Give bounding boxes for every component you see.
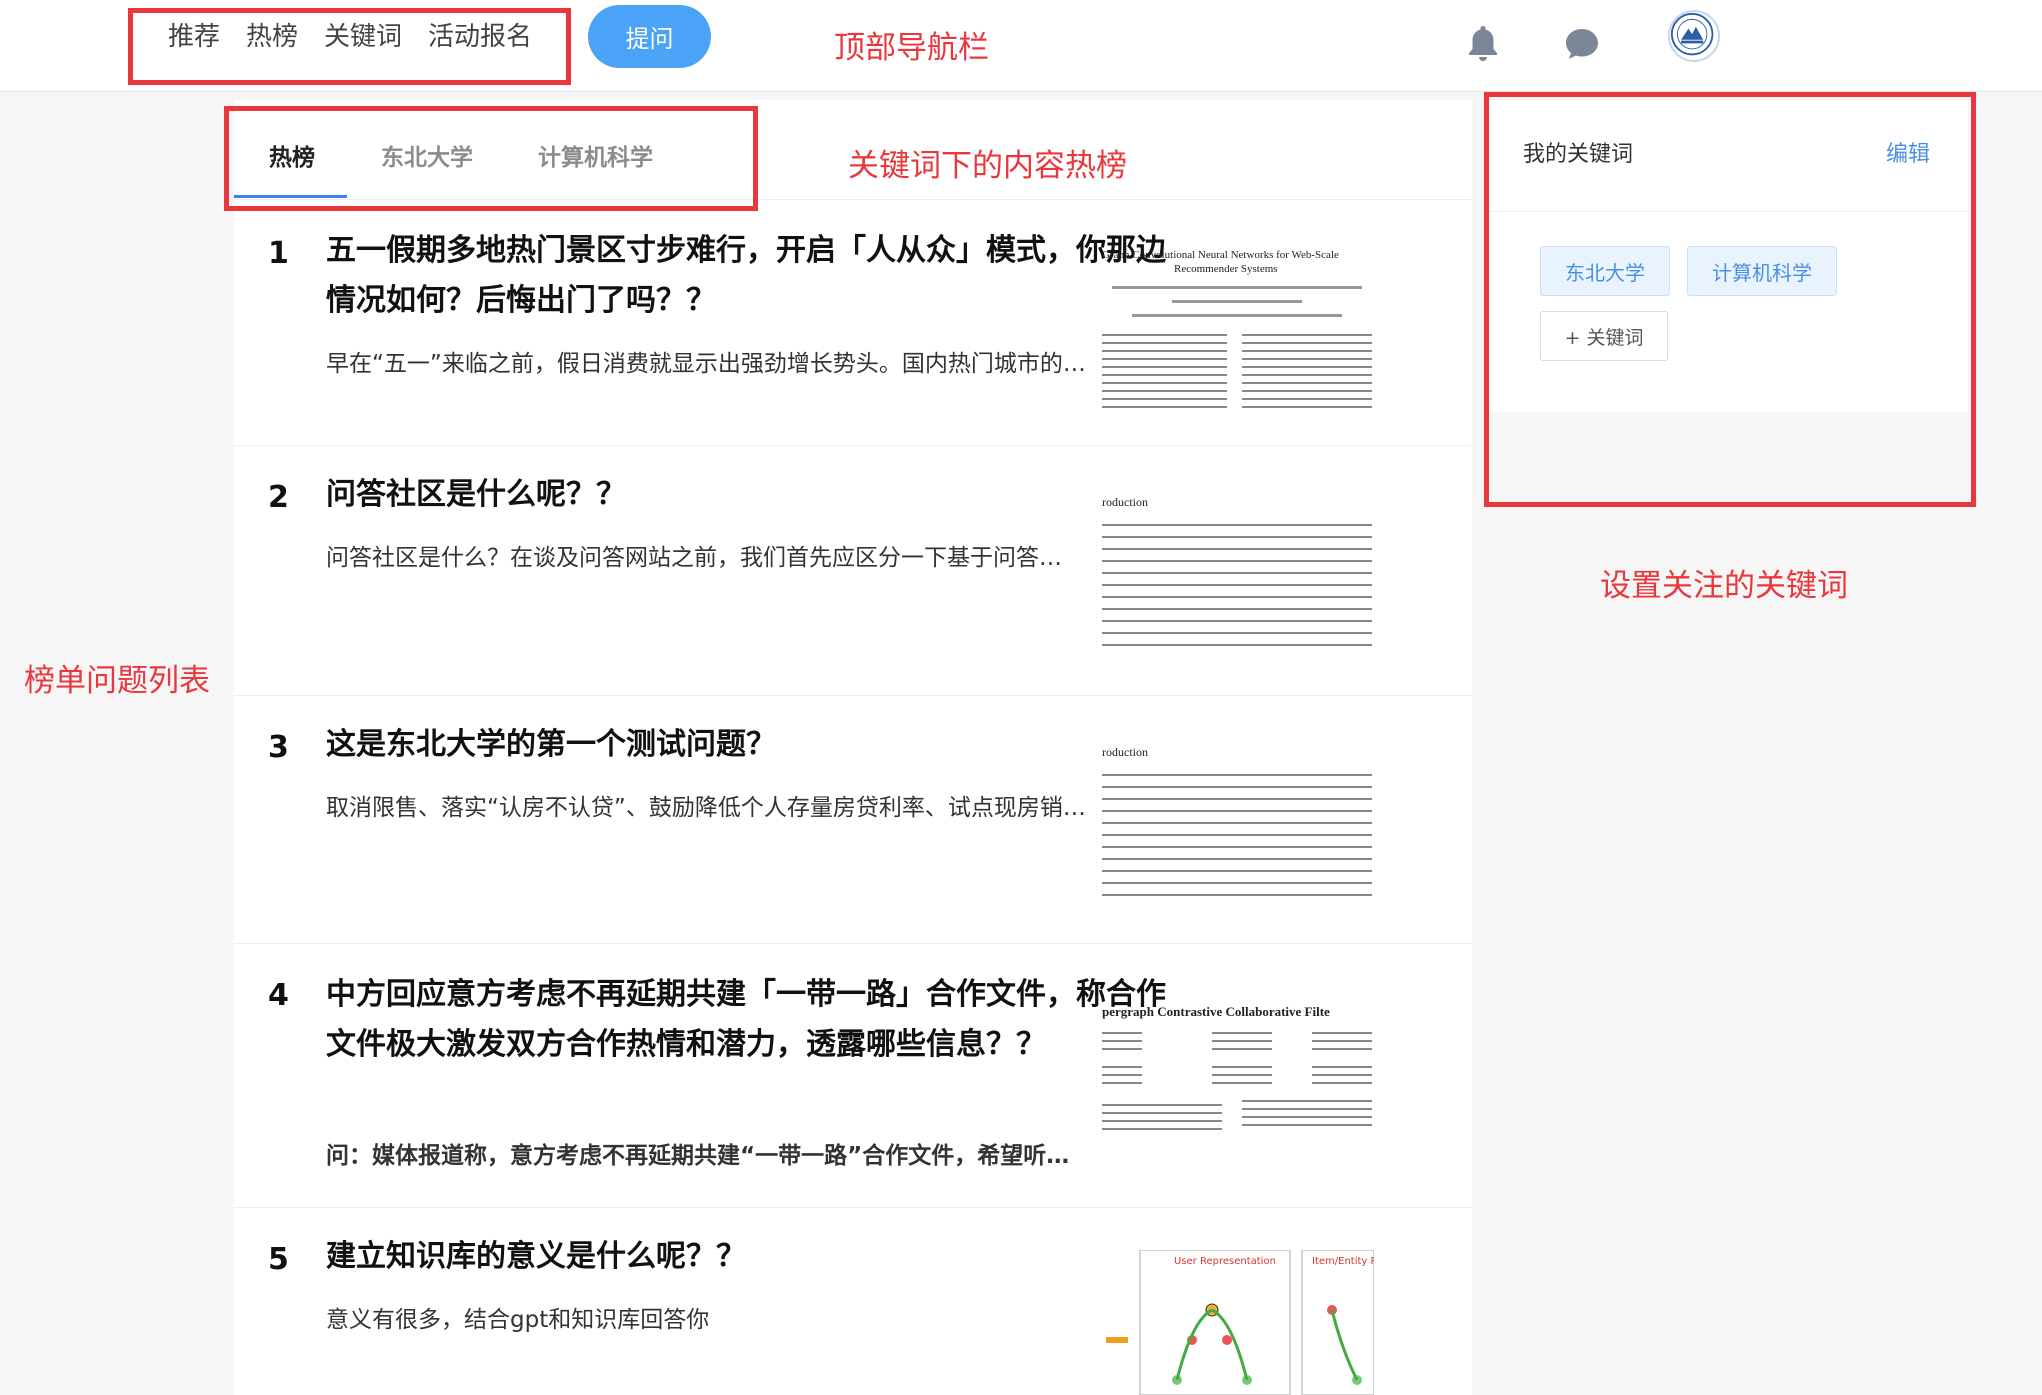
question-excerpt: 意义有很多，结合gpt和知识库回答你	[326, 1307, 710, 1333]
university-logo-icon	[1670, 12, 1714, 56]
svg-text:Item/Entity Re: Item/Entity Re	[1312, 1256, 1374, 1267]
annotation-top-nav: 顶部导航栏	[834, 30, 989, 66]
list-item[interactable]: 1 五一假期多地热门景区寸步难行，开启「人从众」模式，你那边情况如何？后悔出门了…	[234, 200, 1472, 446]
paper-thumbnail: roduction	[1102, 496, 1374, 686]
svg-text:Recommender Systems: Recommender Systems	[1174, 263, 1278, 275]
annotation-keyword-setting: 设置关注的关键词	[1600, 568, 1848, 604]
annotation-box-top-nav	[128, 8, 571, 85]
annotation-box-keyword-hot	[224, 106, 758, 211]
chat-icon[interactable]	[1564, 26, 1600, 62]
question-excerpt: 问答社区是什么？在谈及问答网站之前，我们首先应区分一下基于问答的社区和传统社区的…	[326, 545, 1071, 571]
rank-number: 2	[268, 480, 289, 515]
rank-number: 4	[268, 978, 289, 1013]
list-item[interactable]: 2 问答社区是什么呢？？ 问答社区是什么？在谈及问答网站之前，我们首先应区分一下…	[234, 446, 1472, 696]
question-title[interactable]: 问答社区是什么呢？？	[326, 470, 1066, 520]
ask-question-button[interactable]: 提问	[588, 5, 711, 68]
rank-number: 1	[268, 236, 289, 271]
question-title[interactable]: 这是东北大学的第一个测试问题？	[326, 720, 1066, 770]
figure-thumbnail: User Representation Item/Entity Re	[1102, 1250, 1374, 1395]
avatar[interactable]	[1668, 10, 1720, 62]
question-title[interactable]: 中方回应意方考虑不再延期共建「一带一路」合作文件，称合作文件极大激发双方合作热情…	[326, 970, 1178, 1070]
list-item[interactable]: 5 建立知识库的意义是什么呢？？ 意义有很多，结合gpt和知识库回答你 User…	[234, 1208, 1472, 1395]
svg-text:User Representation: User Representation	[1174, 1256, 1276, 1267]
svg-text:Graph Convolutional Neural Net: Graph Convolutional Neural Networks for …	[1102, 250, 1339, 261]
annotation-keyword-hot: 关键词下的内容热榜	[848, 148, 1127, 184]
list-item[interactable]: 4 中方回应意方考虑不再延期共建「一带一路」合作文件，称合作文件极大激发双方合作…	[234, 944, 1472, 1208]
svg-text:roduction: roduction	[1102, 746, 1148, 759]
paper-thumbnail: pergraph Contrastive Collaborative Filte	[1102, 1004, 1374, 1194]
main-content: 热榜 东北大学 计算机科学 1 五一假期多地热门景区寸步难行，开启「人从众」模式…	[234, 100, 1472, 1395]
question-excerpt: 取消限售、落实“认房不认贷”、鼓励降低个人存量房贷利率、试点现房销售等政策	[326, 795, 1086, 821]
annotation-box-keyword-setting	[1484, 92, 1976, 507]
svg-text:roduction: roduction	[1102, 496, 1148, 509]
list-item[interactable]: 3 这是东北大学的第一个测试问题？ 取消限售、落实“认房不认贷”、鼓励降低个人存…	[234, 696, 1472, 944]
paper-thumbnail: roduction	[1102, 746, 1374, 936]
question-title[interactable]: 五一假期多地热门景区寸步难行，开启「人从众」模式，你那边情况如何？后悔出门了吗？…	[326, 226, 1178, 326]
rank-number: 3	[268, 730, 289, 765]
annotation-list: 榜单问题列表	[24, 663, 210, 699]
question-title[interactable]: 建立知识库的意义是什么呢？？	[326, 1232, 1066, 1282]
rank-number: 5	[268, 1242, 289, 1277]
svg-text:pergraph Contrastive Collabora: pergraph Contrastive Collaborative Filte	[1102, 1004, 1330, 1019]
bell-icon[interactable]	[1466, 24, 1500, 62]
question-excerpt: 问：媒体报道称，意方考虑不再延期共建“一带一路”合作文件，希望听取中方的看法	[326, 1143, 1086, 1169]
paper-thumbnail: Graph Convolutional Neural Networks for …	[1102, 250, 1374, 440]
question-excerpt: 早在“五一”来临之前，假日消费就显示出强劲增长势头。国内热门城市的酒店、机票、门…	[326, 351, 1086, 377]
